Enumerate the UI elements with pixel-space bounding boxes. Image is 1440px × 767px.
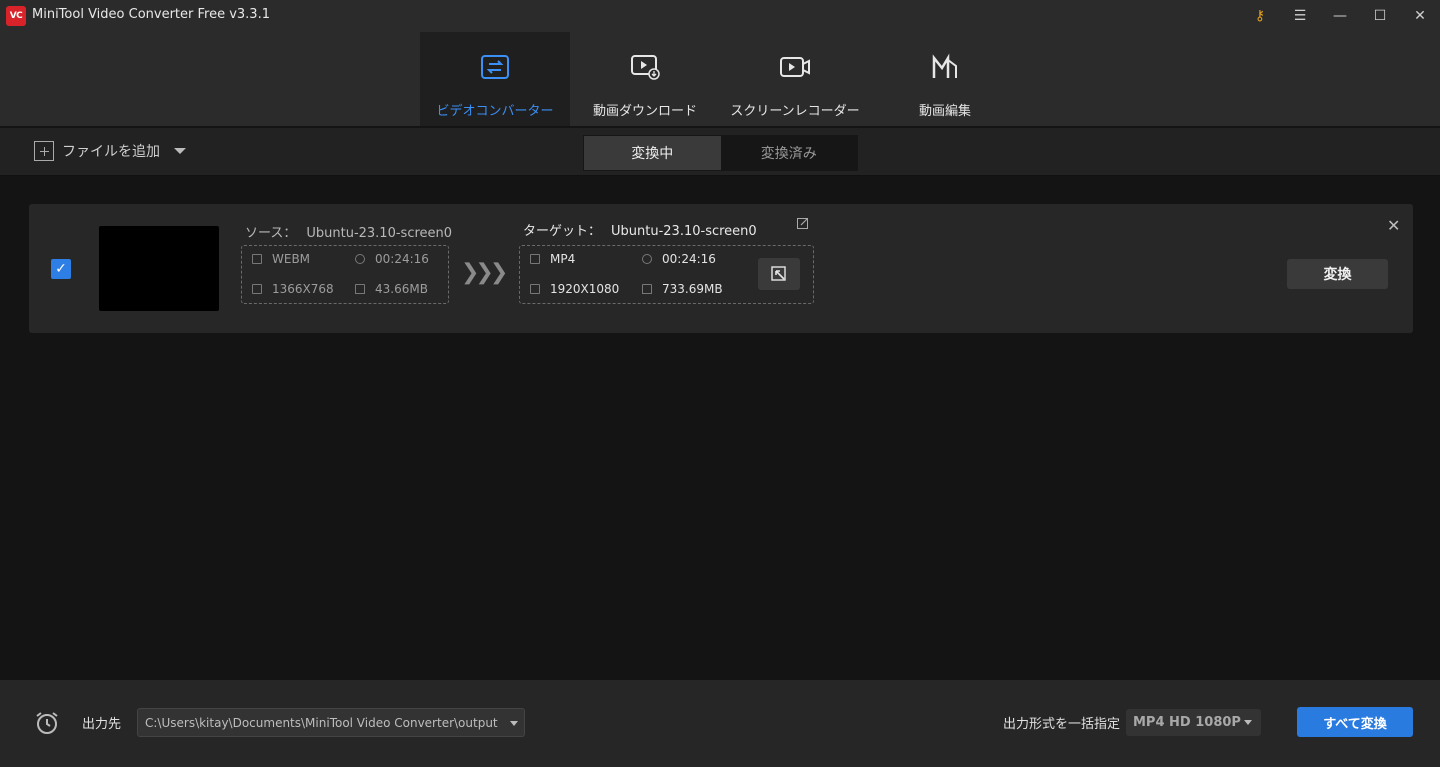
source-format-value: WEBM [272,252,311,266]
source-format: WEBM [252,252,310,266]
target-info-box: MP4 00:24:16 1920X1080 733.69MB [519,245,814,304]
add-file-icon [34,141,54,161]
tab-label: 動画ダウンロード [592,104,697,119]
tab-video-converter[interactable]: ビデオコンバーター [420,32,570,126]
edit-movie-icon [932,53,957,78]
toolbar: ファイルを追加 変換中 変換済み [0,128,1440,176]
target-label: ターゲット： [523,224,602,239]
clock-icon [355,254,365,264]
conversion-task: ✓ ソース： Ubuntu-23.10-screen0 ターゲット： Ubuntu-… [29,204,1413,333]
target-name: Ubuntu-23.10-screen0 [611,224,757,239]
tab-video-download[interactable]: 動画ダウンロード [570,32,720,126]
tab-converting[interactable]: 変換中 [584,136,721,170]
folder-icon [642,284,652,294]
source-label: ソース： [245,226,297,241]
arrow-right-icon: ❯❯❯ [461,260,508,285]
target-heading: ターゲット： Ubuntu-23.10-screen0 [523,220,757,239]
title-bar: VC MiniTool Video Converter Free v3.3.1 … [0,0,1440,126]
key-icon[interactable]: ⚷ [1240,0,1280,32]
source-resolution-value: 1366X768 [272,282,334,296]
convert-button[interactable]: 変換 [1287,259,1388,289]
convert-icon [481,55,509,79]
select-format-icon [771,266,786,281]
tab-label: ビデオコンバーター [436,104,554,119]
target-resolution: 1920X1080 [530,282,619,296]
video-thumbnail [99,226,219,311]
format-label: 出力形式を一括指定 [1003,717,1121,732]
format-select[interactable]: MP4 HD 1080P [1126,709,1261,736]
close-icon[interactable]: ✕ [1400,0,1440,32]
resolution-icon [530,284,540,294]
maximize-icon[interactable]: ☐ [1360,0,1400,32]
app-logo: VC [6,6,26,26]
chevron-down-icon [510,721,518,726]
source-duration: 00:24:16 [355,252,429,266]
source-heading: ソース： Ubuntu-23.10-screen0 [245,222,452,241]
source-size-value: 43.66MB [375,282,428,296]
source-resolution: 1366X768 [252,282,334,296]
target-duration-value: 00:24:16 [662,252,716,266]
window-controls: ⚷ ☰ — ☐ ✕ [1240,0,1440,32]
chevron-down-icon [1244,720,1252,725]
source-size: 43.66MB [355,282,428,296]
chevron-down-icon[interactable] [174,148,186,154]
tab-converted[interactable]: 変換済み [721,136,858,170]
tab-video-edit[interactable]: 動画編集 [870,32,1020,126]
source-info-box: WEBM 00:24:16 1366X768 43.66MB [241,245,449,304]
download-icon [631,55,660,80]
tab-label: 動画編集 [918,104,971,119]
target-format: MP4 [530,252,575,266]
main-nav: ビデオコンバーター 動画ダウンロード スクリーンレコーダー 動画編集 [420,32,1020,126]
resolution-icon [252,284,262,294]
source-duration-value: 00:24:16 [375,252,429,266]
minimize-icon[interactable]: — [1320,0,1360,32]
window-title: MiniTool Video Converter Free v3.3.1 [32,7,270,22]
output-label: 出力先 [82,717,122,732]
record-icon [780,57,810,77]
output-path-select[interactable]: C:\Users\kitay\Documents\MiniTool Video … [137,708,525,737]
clock-icon [642,254,652,264]
tab-screen-recorder[interactable]: スクリーンレコーダー [720,32,870,126]
rename-icon[interactable] [797,217,809,229]
tab-label: スクリーンレコーダー [730,104,860,119]
convert-all-button[interactable]: すべて変換 [1297,707,1413,737]
source-name: Ubuntu-23.10-screen0 [306,226,453,241]
task-checkbox[interactable]: ✓ [51,259,71,279]
status-toggle: 変換中 変換済み [583,135,858,171]
target-format-value: MP4 [550,252,576,266]
menu-icon[interactable]: ☰ [1280,0,1320,32]
add-file-button[interactable]: ファイルを追加 [34,141,186,161]
alarm-icon[interactable] [34,710,60,736]
file-icon [252,254,262,264]
output-path-value: C:\Users\kitay\Documents\MiniTool Video … [145,715,498,730]
target-duration: 00:24:16 [642,252,716,266]
folder-icon [355,284,365,294]
select-format-button[interactable] [758,258,800,290]
format-value: MP4 HD 1080P [1133,715,1241,730]
target-resolution-value: 1920X1080 [550,282,620,296]
file-icon [530,254,540,264]
bottom-bar: 出力先 C:\Users\kitay\Documents\MiniTool Vi… [0,680,1440,767]
add-file-label: ファイルを追加 [62,144,160,160]
target-size-value: 733.69MB [662,282,723,296]
target-size: 733.69MB [642,282,723,296]
remove-task-icon[interactable]: ✕ [1387,216,1400,235]
